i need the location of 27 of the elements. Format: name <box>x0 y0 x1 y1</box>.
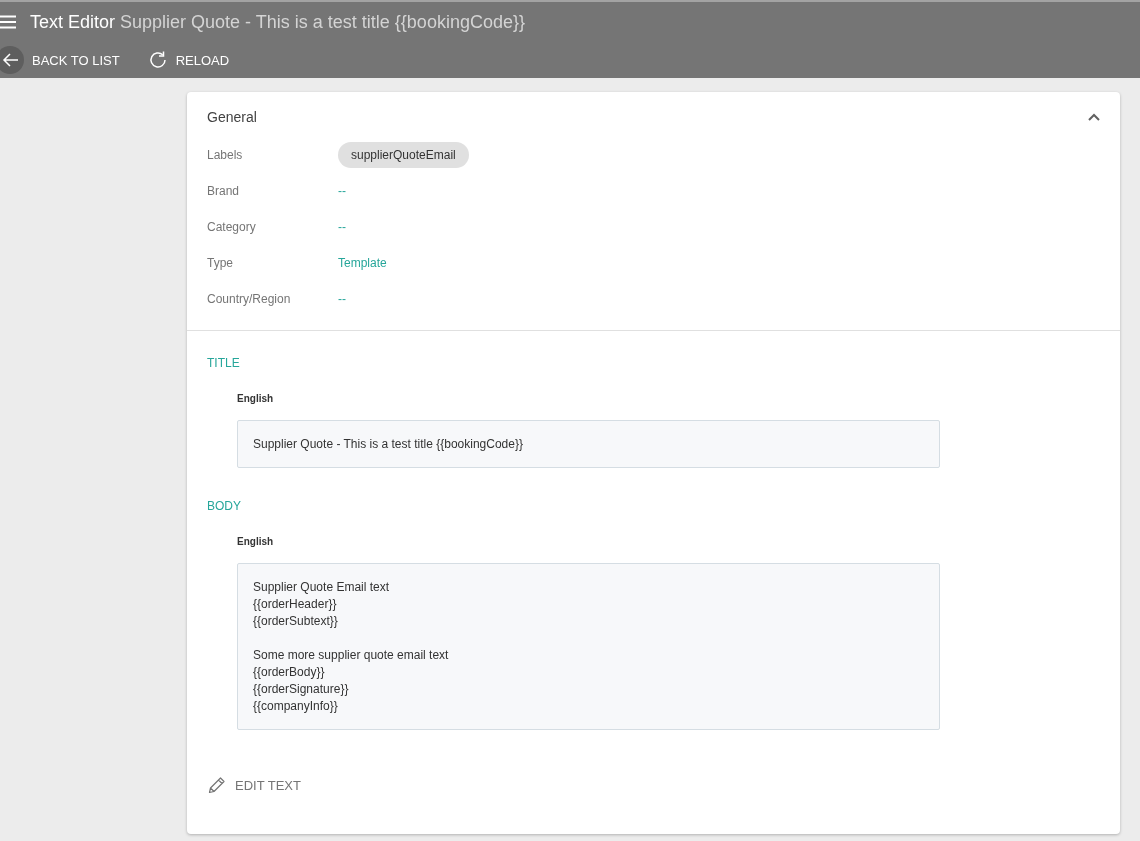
text-paragraph: Some more supplier quote email text {{orderBody}} {{orderSignature}} {{companyInfo}} <box>253 647 449 715</box>
field-label: Labels <box>207 148 243 162</box>
field-label: Category <box>207 220 256 234</box>
reload-icon <box>147 50 168 70</box>
text-paragraph: Supplier Quote Email text {{orderHeader}} {{orderSubtext}} <box>253 579 390 630</box>
language-label: English <box>237 393 274 405</box>
field-value: -- <box>338 292 346 306</box>
reload-button[interactable]: RELOAD <box>147 50 230 70</box>
field-label: Country/Region <box>207 292 291 306</box>
back-to-list-button[interactable]: BACK TO LIST <box>0 46 120 74</box>
label-chip: supplierQuoteEmail <box>338 142 469 168</box>
pencil-icon <box>208 776 226 794</box>
edit-text-button[interactable]: EDIT TEXT <box>208 776 301 794</box>
field-label: Type <box>207 256 233 270</box>
field-value: -- <box>338 220 346 234</box>
section-heading: BODY <box>207 499 241 513</box>
text-paragraph: Supplier Quote - This is a test title {{bookingCode}} <box>253 436 523 453</box>
app-title: Text Editor <box>30 11 116 33</box>
field-value: Template <box>338 256 387 270</box>
field-value: -- <box>338 184 346 198</box>
document-title: Supplier Quote - This is a test title {{bookingCode}} <box>120 11 525 33</box>
menu-icon[interactable] <box>0 15 16 29</box>
field-label: Brand <box>207 184 240 198</box>
section-heading: TITLE <box>207 356 240 370</box>
section-title: General <box>207 109 257 125</box>
back-arrow-icon <box>0 46 24 74</box>
language-label: English <box>237 536 274 548</box>
